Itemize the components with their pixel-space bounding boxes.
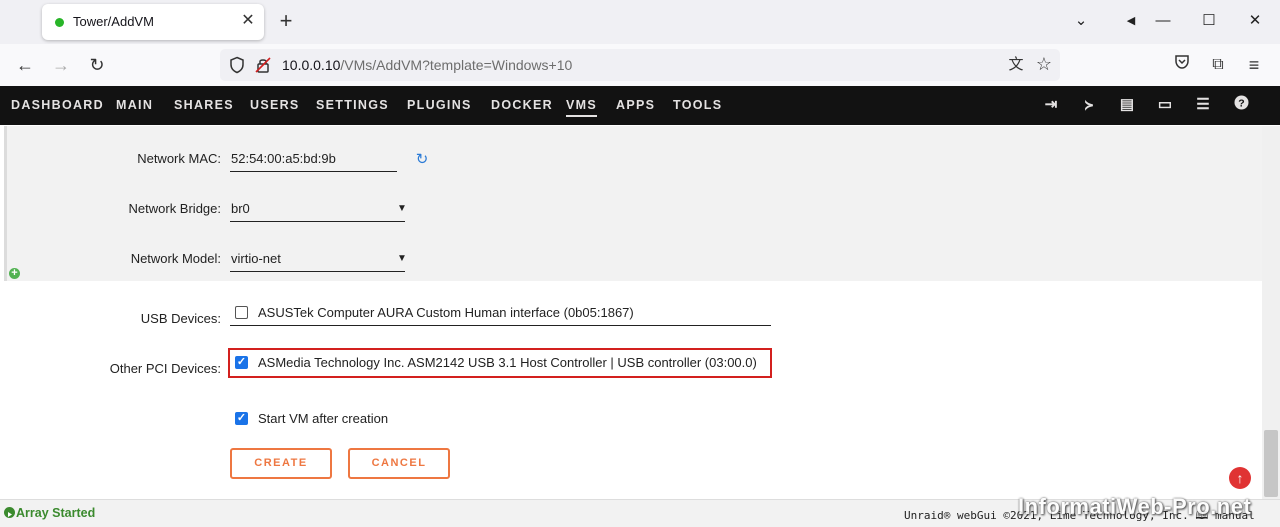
network-mac-label: Network MAC: xyxy=(137,151,221,166)
nav-apps[interactable]: APPS xyxy=(616,98,655,112)
pci-device-checkbox[interactable]: ✓ xyxy=(235,356,248,369)
scroll-to-top-icon[interactable]: ↑ xyxy=(1229,467,1251,489)
start-vm-checkbox[interactable]: ✓ xyxy=(235,412,248,425)
cancel-button[interactable]: CANCEL xyxy=(348,448,450,479)
close-tab-icon[interactable]: ✕ xyxy=(238,11,258,31)
refresh-icon[interactable]: ↻ xyxy=(414,152,430,168)
nav-main[interactable]: MAIN xyxy=(116,98,153,112)
network-bridge-label: Network Bridge: xyxy=(128,201,221,216)
maximize-icon[interactable]: ☐ xyxy=(1198,10,1220,32)
nav-plugins[interactable]: PLUGINS xyxy=(407,98,472,112)
bookmark-star-icon[interactable]: ☆ xyxy=(1034,54,1054,74)
usb-devices-label: USB Devices: xyxy=(140,311,221,326)
create-button[interactable]: CREATE xyxy=(230,448,332,479)
favicon-icon xyxy=(55,18,64,27)
log-icon[interactable]: ☰ xyxy=(1193,95,1213,115)
feedback-icon[interactable]: ▤ xyxy=(1117,95,1137,115)
network-model-underline xyxy=(230,271,405,272)
usb-device-checkbox[interactable] xyxy=(235,306,248,319)
logout-icon[interactable]: ⇥ xyxy=(1041,95,1061,115)
network-bridge-underline xyxy=(230,221,405,222)
close-window-icon[interactable]: ✕ xyxy=(1244,10,1266,32)
nav-docker[interactable]: DOCKER xyxy=(491,98,553,112)
chevron-down-icon[interactable]: ▼ xyxy=(397,203,407,214)
minimize-icon[interactable]: — xyxy=(1152,10,1174,32)
network-mac-underline xyxy=(230,171,397,172)
nav-users[interactable]: USERS xyxy=(250,98,300,112)
help-icon[interactable]: ? xyxy=(1231,95,1251,115)
url-text: 10.0.0.10/VMs/AddVM?template=Windows+10 xyxy=(282,57,572,73)
nav-vms[interactable]: VMS xyxy=(566,98,597,117)
translate-icon[interactable]: 文 xyxy=(1006,55,1026,75)
nav-tools[interactable]: TOOLS xyxy=(673,98,722,112)
nav-settings[interactable]: SETTINGS xyxy=(316,98,389,112)
array-status-text: Array Started xyxy=(16,506,96,520)
chevron-down-icon[interactable]: ▼ xyxy=(397,253,407,264)
pci-devices-label: Other PCI Devices: xyxy=(109,361,221,376)
terminal-icon[interactable]: ≻ xyxy=(1079,95,1099,115)
forward-icon[interactable]: → xyxy=(49,53,73,77)
browser-tab[interactable]: Tower/AddVM ✕ xyxy=(42,4,264,40)
nav-shares[interactable]: SHARES xyxy=(174,98,234,112)
add-network-icon[interactable]: + xyxy=(9,268,20,279)
insecure-lock-icon[interactable] xyxy=(254,56,272,74)
extensions-icon[interactable]: ⧉ xyxy=(1206,53,1230,77)
address-bar[interactable]: 10.0.0.10/VMs/AddVM?template=Windows+10 … xyxy=(220,49,1060,81)
tab-title: Tower/AddVM xyxy=(73,14,154,29)
array-status-icon xyxy=(4,507,15,518)
back-icon[interactable]: ← xyxy=(13,53,37,77)
network-model-select[interactable]: virtio-net xyxy=(231,251,281,266)
url-host: 10.0.0.10 xyxy=(282,57,341,73)
url-path: /VMs/AddVM?template=Windows+10 xyxy=(340,57,573,73)
monitor-icon[interactable]: ▭ xyxy=(1155,95,1175,115)
start-vm-label: Start VM after creation xyxy=(258,411,389,426)
tab-list-chevron-icon[interactable]: ⌄ xyxy=(1070,10,1092,32)
browser-toolbar: ← → ↻ 10.0.0.10/VMs/AddVM?template=Windo… xyxy=(0,44,1280,87)
pci-device-label: ASMedia Technology Inc. ASM2142 USB 3.1 … xyxy=(258,355,757,370)
svg-text:?: ? xyxy=(1238,97,1244,109)
network-mac-input[interactable]: 52:54:00:a5:bd:9b xyxy=(231,151,336,166)
new-tab-icon[interactable]: + xyxy=(276,10,296,32)
usb-devices-underline xyxy=(230,325,771,326)
pocket-icon[interactable] xyxy=(1170,53,1194,77)
network-bridge-select[interactable]: br0 xyxy=(231,201,250,216)
watermark: InformatiWeb-Pro.net xyxy=(1018,494,1252,519)
shield-icon[interactable] xyxy=(228,56,246,74)
reload-icon[interactable]: ↻ xyxy=(85,53,109,77)
scrollbar-thumb[interactable] xyxy=(1264,430,1278,497)
nav-dashboard[interactable]: DASHBOARD xyxy=(11,98,104,112)
usb-device-label: ASUSTek Computer AURA Custom Human inter… xyxy=(258,305,634,320)
browser-tab-bar: Tower/AddVM ✕ + ⌄ ◀ — ☐ ✕ xyxy=(0,0,1280,44)
network-model-label: Network Model: xyxy=(130,251,221,266)
unraid-top-nav: DASHBOARD MAIN SHARES USERS SETTINGS PLU… xyxy=(0,86,1280,125)
window-menu-icon[interactable]: ◀ xyxy=(1120,10,1142,32)
app-menu-icon[interactable]: ≡ xyxy=(1242,53,1266,77)
